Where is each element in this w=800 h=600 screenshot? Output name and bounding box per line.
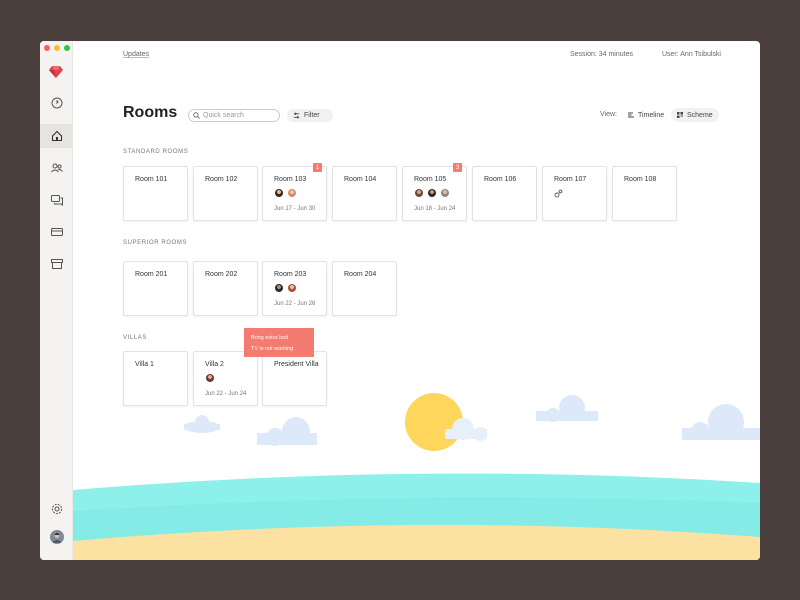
guest-avatar[interactable] bbox=[287, 188, 297, 198]
cloud-icon bbox=[682, 404, 760, 440]
room-card-102[interactable]: Room 102 bbox=[193, 166, 258, 221]
users-icon bbox=[50, 163, 63, 173]
view-label: View: bbox=[600, 111, 617, 118]
sidebar-item-archive[interactable] bbox=[40, 252, 73, 276]
room-name: Room 201 bbox=[135, 271, 168, 278]
sidebar-item-guests[interactable] bbox=[40, 156, 73, 180]
search-placeholder: Quick search bbox=[203, 112, 244, 119]
card-icon bbox=[50, 228, 63, 236]
room-card-106[interactable]: Room 106 bbox=[472, 166, 537, 221]
room-card-104[interactable]: Room 104 bbox=[332, 166, 397, 221]
session-timer: Session: 34 minutes bbox=[569, 51, 633, 58]
updates-link[interactable]: Updates bbox=[123, 51, 149, 58]
guest-avatars bbox=[274, 188, 297, 198]
room-card-103[interactable]: 1 Room 103 Jun 17 - Jun 30 bbox=[262, 163, 327, 221]
room-card-204[interactable]: Room 204 bbox=[332, 261, 397, 316]
guest-avatars bbox=[414, 188, 450, 198]
timeline-icon bbox=[628, 112, 634, 118]
app-window: Updates Session: 34 minutes User: Ann Ts… bbox=[40, 41, 760, 560]
cloud-icon bbox=[257, 417, 317, 446]
room-name: Room 104 bbox=[344, 176, 377, 183]
cloud-icon bbox=[536, 395, 598, 422]
room-name: Room 105 bbox=[414, 176, 447, 183]
guest-avatar[interactable] bbox=[414, 188, 424, 198]
room-name: Room 202 bbox=[205, 271, 238, 278]
room-name: Room 203 bbox=[274, 271, 307, 278]
filter-label: Filter bbox=[304, 112, 320, 119]
booking-dates: Jun 22 - Jun 26 bbox=[274, 301, 316, 307]
view-timeline-label: Timeline bbox=[638, 111, 665, 119]
booking-dates: Jun 18 - Jun 24 bbox=[414, 206, 456, 212]
view-scheme-label: Scheme bbox=[687, 111, 713, 119]
view-timeline-button[interactable]: Timeline bbox=[622, 108, 670, 122]
room-name: Room 106 bbox=[484, 176, 517, 183]
section-title-villas: VILLAS bbox=[123, 335, 147, 341]
search-icon bbox=[193, 112, 200, 119]
current-user[interactable]: User: Ann Tsibulski bbox=[662, 51, 721, 58]
room-card-203[interactable]: Room 203 Jun 22 - Jun 26 bbox=[262, 261, 327, 316]
room-name: President Villa bbox=[274, 361, 319, 368]
section-title-superior: SUPERIOR ROOMS bbox=[123, 240, 188, 246]
page-title: Rooms bbox=[123, 104, 178, 121]
top-bar: Updates Session: 34 minutes User: Ann Ts… bbox=[73, 41, 760, 69]
guest-avatars bbox=[205, 373, 215, 383]
room-card-105[interactable]: 3 Room 105 Jun 18 - Jun 24 bbox=[402, 163, 467, 221]
booking-dates: Jun 17 - Jun 30 bbox=[274, 206, 316, 212]
section-title-standard: STANDARD ROOMS bbox=[123, 149, 189, 155]
room-name: Room 103 bbox=[274, 176, 307, 183]
notification-badge[interactable]: 1 bbox=[313, 163, 322, 172]
notification-badge[interactable]: 3 bbox=[453, 163, 462, 172]
room-card-101[interactable]: Room 101 bbox=[123, 166, 188, 221]
guest-avatar[interactable] bbox=[440, 188, 450, 198]
guest-avatar[interactable] bbox=[205, 373, 215, 383]
room-card-107[interactable]: Room 107 bbox=[542, 166, 607, 221]
room-name: Room 101 bbox=[135, 176, 168, 183]
room-name: Room 204 bbox=[344, 271, 377, 278]
minimize-window-button[interactable] bbox=[54, 45, 60, 51]
close-window-button[interactable] bbox=[44, 45, 50, 51]
room-name: Villa 1 bbox=[135, 361, 154, 368]
sidebar-item-rooms[interactable] bbox=[40, 124, 73, 148]
filter-button[interactable]: Filter bbox=[287, 109, 333, 122]
chat-icon bbox=[50, 195, 63, 206]
beach-illustration bbox=[73, 393, 760, 560]
room-name: Room 102 bbox=[205, 176, 238, 183]
scheme-icon bbox=[677, 112, 683, 118]
filter-icon bbox=[293, 112, 300, 119]
tooltip-line: Bring extra bed bbox=[251, 335, 289, 341]
ruby-gem-icon[interactable] bbox=[49, 65, 63, 83]
sun-icon bbox=[405, 393, 463, 451]
guest-avatars bbox=[274, 283, 297, 293]
room-card-201[interactable]: Room 201 bbox=[123, 261, 188, 316]
maximize-window-button[interactable] bbox=[64, 45, 70, 51]
room-name: Room 108 bbox=[624, 176, 657, 183]
window-controls bbox=[44, 45, 70, 51]
archive-icon bbox=[50, 259, 63, 269]
view-scheme-button[interactable]: Scheme bbox=[671, 108, 719, 122]
maintenance-gears-icon bbox=[554, 189, 563, 198]
sidebar-item-messages[interactable] bbox=[40, 188, 73, 212]
sidebar-item-payments[interactable] bbox=[40, 220, 73, 244]
search-input[interactable]: Quick search bbox=[188, 109, 280, 122]
guest-avatar[interactable] bbox=[287, 283, 297, 293]
guest-avatar[interactable] bbox=[427, 188, 437, 198]
room-name: Villa 2 bbox=[205, 361, 224, 368]
room-name: Room 107 bbox=[554, 176, 587, 183]
room-notes-tooltip: Bring extra bed TV is not working bbox=[244, 328, 314, 357]
clock-icon bbox=[51, 97, 62, 109]
guest-avatar[interactable] bbox=[274, 188, 284, 198]
sidebar-item-dashboard[interactable] bbox=[40, 91, 73, 115]
room-card-202[interactable]: Room 202 bbox=[193, 261, 258, 316]
cloud-icon bbox=[184, 415, 220, 433]
tooltip-line: TV is not working bbox=[251, 346, 294, 352]
guest-avatar[interactable] bbox=[274, 283, 284, 293]
room-card-108[interactable]: Room 108 bbox=[612, 166, 677, 221]
home-icon bbox=[51, 130, 62, 142]
